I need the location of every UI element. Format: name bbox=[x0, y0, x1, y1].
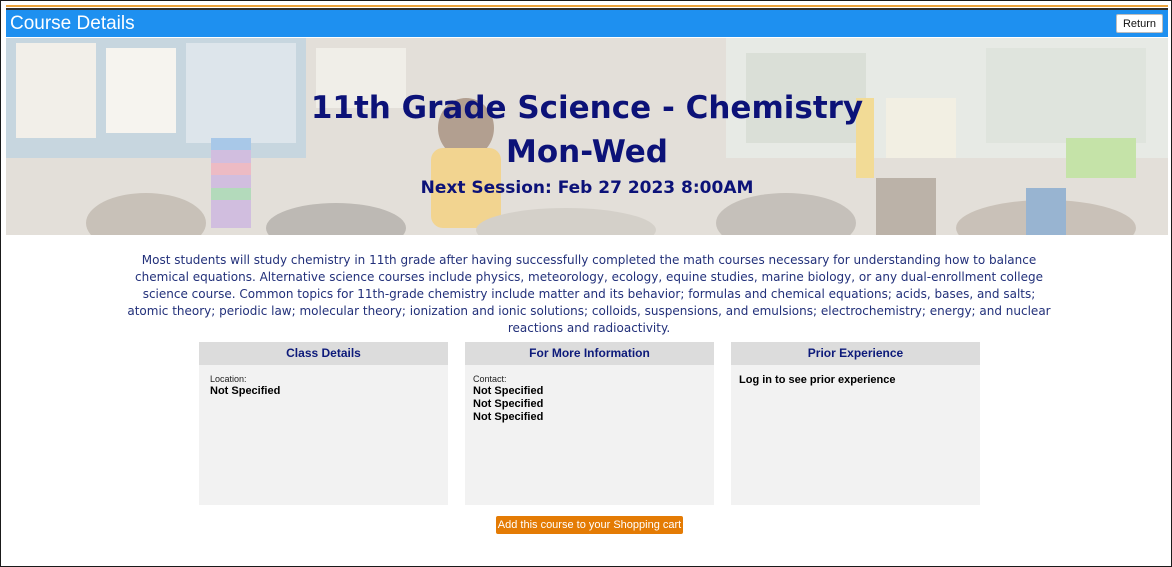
contact-value: Not Specified bbox=[473, 411, 544, 423]
location-label: Location: bbox=[210, 374, 247, 384]
header-bar: Course Details Return bbox=[6, 10, 1168, 37]
add-to-cart-button[interactable]: Add this course to your Shopping cart bbox=[496, 516, 683, 534]
contact-value: Not Specified bbox=[473, 398, 544, 410]
more-info-body: Contact: Not Specified Not Specified Not… bbox=[465, 365, 714, 432]
prior-experience-message: Log in to see prior experience bbox=[739, 374, 896, 386]
hero-banner: 11th Grade Science - Chemistry Mon-Wed N… bbox=[6, 38, 1168, 235]
more-info-heading: For More Information bbox=[465, 342, 714, 365]
next-session: Next Session: Feb 27 2023 8:00AM bbox=[420, 178, 754, 198]
course-title: 11th Grade Science - Chemistry bbox=[310, 90, 864, 126]
contact-label: Contact: bbox=[473, 374, 507, 384]
prior-experience-body: Log in to see prior experience bbox=[731, 365, 980, 395]
class-details-heading: Class Details bbox=[199, 342, 448, 365]
prior-experience-heading: Prior Experience bbox=[731, 342, 980, 365]
course-description: Most students will study chemistry in 11… bbox=[127, 253, 1051, 335]
location-value: Not Specified bbox=[210, 385, 281, 397]
class-details-panel: Class Details Location: Not Specified bbox=[199, 342, 448, 505]
prior-experience-panel: Prior Experience Log in to see prior exp… bbox=[731, 342, 980, 505]
course-schedule: Mon-Wed bbox=[506, 134, 668, 170]
class-details-body: Location: Not Specified bbox=[199, 365, 448, 406]
hero-text-block: 11th Grade Science - Chemistry Mon-Wed N… bbox=[6, 86, 1168, 202]
page-title: Course Details bbox=[10, 12, 135, 34]
contact-value: Not Specified bbox=[473, 385, 544, 397]
more-info-panel: For More Information Contact: Not Specif… bbox=[465, 342, 714, 505]
page-frame: Course Details Return 11th Grade Science… bbox=[0, 0, 1172, 567]
return-button[interactable]: Return bbox=[1115, 14, 1163, 33]
